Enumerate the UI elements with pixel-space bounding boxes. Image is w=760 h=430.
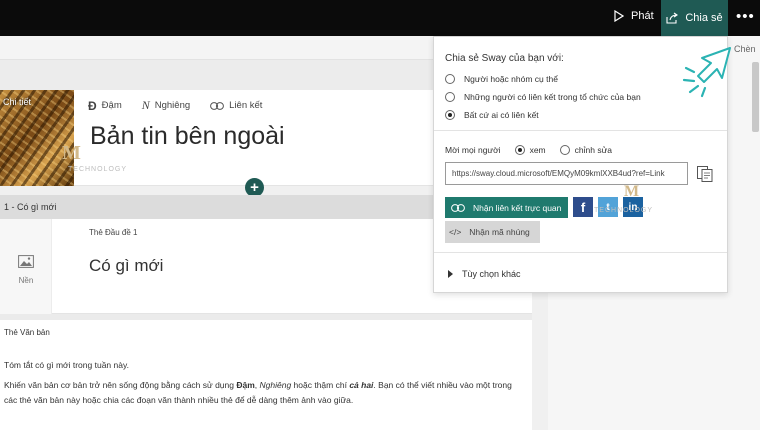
p2-bold: Đậm [236,380,255,390]
get-visual-link-button[interactable]: Nhận liên kết trực quan [445,197,568,218]
permission-edit-radio[interactable] [559,145,570,155]
code-icon: </> [449,227,462,237]
permission-view-label[interactable]: xem [530,145,546,155]
watermark-logo: M [624,183,640,200]
copy-icon [697,165,713,182]
share-option-organization[interactable]: Những người có liên kết trong tổ chức củ… [445,92,641,102]
link-icon [210,101,225,110]
italic-label: Nghiêng [154,100,191,111]
play-label: Phát [631,10,654,22]
permission-edit-label[interactable]: chỉnh sửa [575,145,612,155]
heading-card-label: Thẻ Đầu đề 1 [89,228,138,237]
more-options-label: Tùy chọn khác [462,269,521,279]
visual-link-label: Nhận liên kết trực quan [473,202,562,213]
watermark-text: TECHNOLOGY [68,166,128,173]
p2-bold-italic: cả hai [349,380,374,390]
watermark-text: TECHNOLOGY [594,207,654,214]
expand-triangle-icon [448,270,453,278]
copy-link-button[interactable] [693,162,717,185]
option-label: Người hoặc nhóm cụ thể [464,74,558,84]
facebook-share-button[interactable]: f [573,197,593,217]
share-option-anyone[interactable]: Bất cứ ai có liên kết [445,110,539,120]
share-icon [666,12,679,24]
radio-button[interactable] [445,92,455,102]
invite-label: Mời mọi người [445,145,501,155]
title-background-image[interactable]: Chi tiết [0,90,74,186]
radio-button-selected[interactable] [445,110,455,120]
italic-button[interactable]: N Nghiêng [142,98,190,113]
share-button[interactable]: Chia sẻ [661,0,728,36]
background-label: Nền [18,276,34,285]
p2-part-c: hoặc thậm chí [291,380,350,390]
facebook-icon: f [580,199,586,215]
text-card-label: Thẻ Văn bản [4,328,50,337]
top-toolbar: Phát Chia sẻ ••• [0,0,760,36]
page-title[interactable]: Bản tin bên ngoài [90,122,285,151]
invite-permissions-row: Mời mọi người xem chỉnh sửa [445,145,612,155]
share-dialog-title: Chia sẻ Sway của bạn với: [445,53,564,64]
more-options-expander[interactable]: Tùy chọn khác [448,269,521,279]
divider [434,130,727,131]
bold-button[interactable]: Đ Đậm [88,99,122,113]
link-icon [451,203,465,212]
divider [434,252,727,253]
format-toolbar: Đ Đậm N Nghiêng Liên kết [88,98,262,113]
embed-label: Nhận mã nhúng [469,227,530,237]
cursor-icon [682,47,731,98]
link-label: Liên kết [229,100,263,111]
vertical-scrollbar[interactable] [752,62,759,132]
heading-text[interactable]: Có gì mới [89,256,163,276]
text-paragraph-2[interactable]: Khiến văn bản cơ bản trở nên sống động b… [4,378,524,408]
bold-label: Đậm [101,100,122,111]
italic-icon: N [141,98,150,112]
share-label: Chia sẻ [685,12,723,24]
get-embed-code-button[interactable]: </> Nhận mã nhúng [445,221,540,243]
p2-part-a: Khiến văn bản cơ bản trở nên sống động b… [4,380,237,390]
image-icon [18,255,34,268]
text-card[interactable]: Thẻ Văn bản Tóm tắt có gì mới trong tuần… [0,320,532,430]
option-label: Bất cứ ai có liên kết [464,110,539,120]
more-options-button[interactable]: ••• [736,8,755,25]
background-image-slot[interactable]: Nền [0,219,52,314]
share-option-specific-people[interactable]: Người hoặc nhóm cụ thể [445,74,558,84]
p2-italic: Nghiêng [259,380,292,390]
watermark-logo: M [62,142,81,164]
share-link-field[interactable]: https://sway.cloud.microsoft/EMQyM09kmlX… [445,162,688,185]
option-label: Những người có liên kết trong tổ chức củ… [464,92,641,102]
text-paragraph-1[interactable]: Tóm tắt có gì mới trong tuần này. [4,360,129,370]
play-button[interactable]: Phát [614,10,654,22]
bold-icon: Đ [88,98,97,113]
play-icon [614,10,624,22]
link-button[interactable]: Liên kết [210,100,262,111]
details-label[interactable]: Chi tiết [3,97,31,107]
permission-view-radio[interactable] [514,145,525,155]
radio-button[interactable] [445,74,455,84]
